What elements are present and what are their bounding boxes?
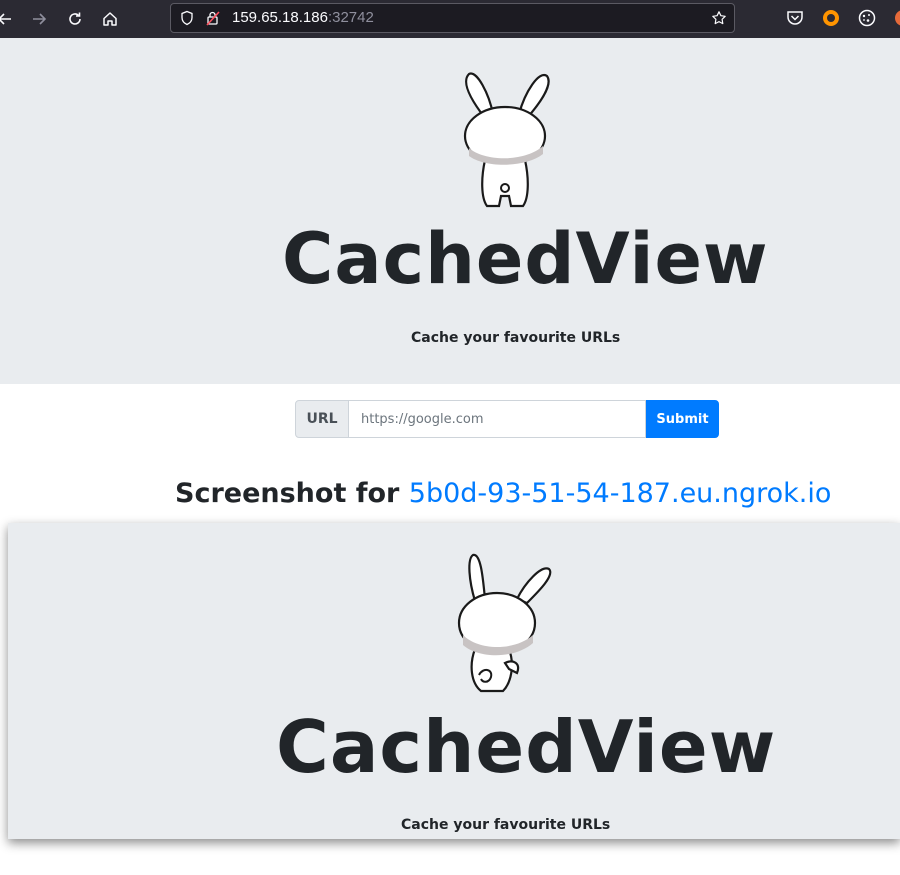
screenshot-preview: CachedView Cache your favourite URLs [8, 523, 900, 839]
screenshot-target-link[interactable]: 5b0d-93-51-54-187.eu.ngrok.io [409, 478, 832, 509]
bunny-logo-icon [457, 553, 552, 693]
cookie-icon[interactable] [857, 8, 877, 28]
bookmark-star-icon[interactable] [711, 10, 727, 26]
bunny-logo-icon [463, 72, 550, 208]
back-icon[interactable] [0, 8, 16, 30]
reload-icon[interactable] [64, 8, 86, 30]
preview-title: CachedView [276, 705, 777, 789]
tagline: Cache your favourite URLs [411, 330, 621, 346]
forward-icon[interactable] [28, 8, 50, 30]
url-form: URL Submit [295, 400, 719, 438]
submit-button[interactable]: Submit [646, 400, 719, 438]
screenshot-heading-prefix: Screenshot for [175, 478, 409, 509]
browser-toolbar: 159.65.18.186:32742 [0, 0, 900, 38]
url-port: :32742 [327, 9, 374, 26]
jumbotron-header: CachedView Cache your favourite URLs [0, 38, 900, 384]
url-input[interactable] [349, 400, 646, 438]
preview-tagline: Cache your favourite URLs [401, 817, 611, 833]
extension-icon[interactable] [821, 8, 841, 28]
page-title: CachedView [282, 218, 769, 300]
account-icon[interactable] [893, 8, 900, 28]
home-icon[interactable] [99, 8, 121, 30]
shield-icon[interactable] [179, 10, 195, 26]
url-input-label: URL [295, 400, 349, 438]
lock-warning-icon[interactable] [205, 10, 221, 26]
url-host: 159.65.18.186 [232, 9, 328, 26]
pocket-icon[interactable] [785, 8, 805, 28]
url-bar[interactable]: 159.65.18.186:32742 [170, 3, 735, 33]
url-text: 159.65.18.186:32742 [232, 9, 374, 26]
screenshot-heading: Screenshot for 5b0d-93-51-54-187.eu.ngro… [175, 478, 831, 509]
